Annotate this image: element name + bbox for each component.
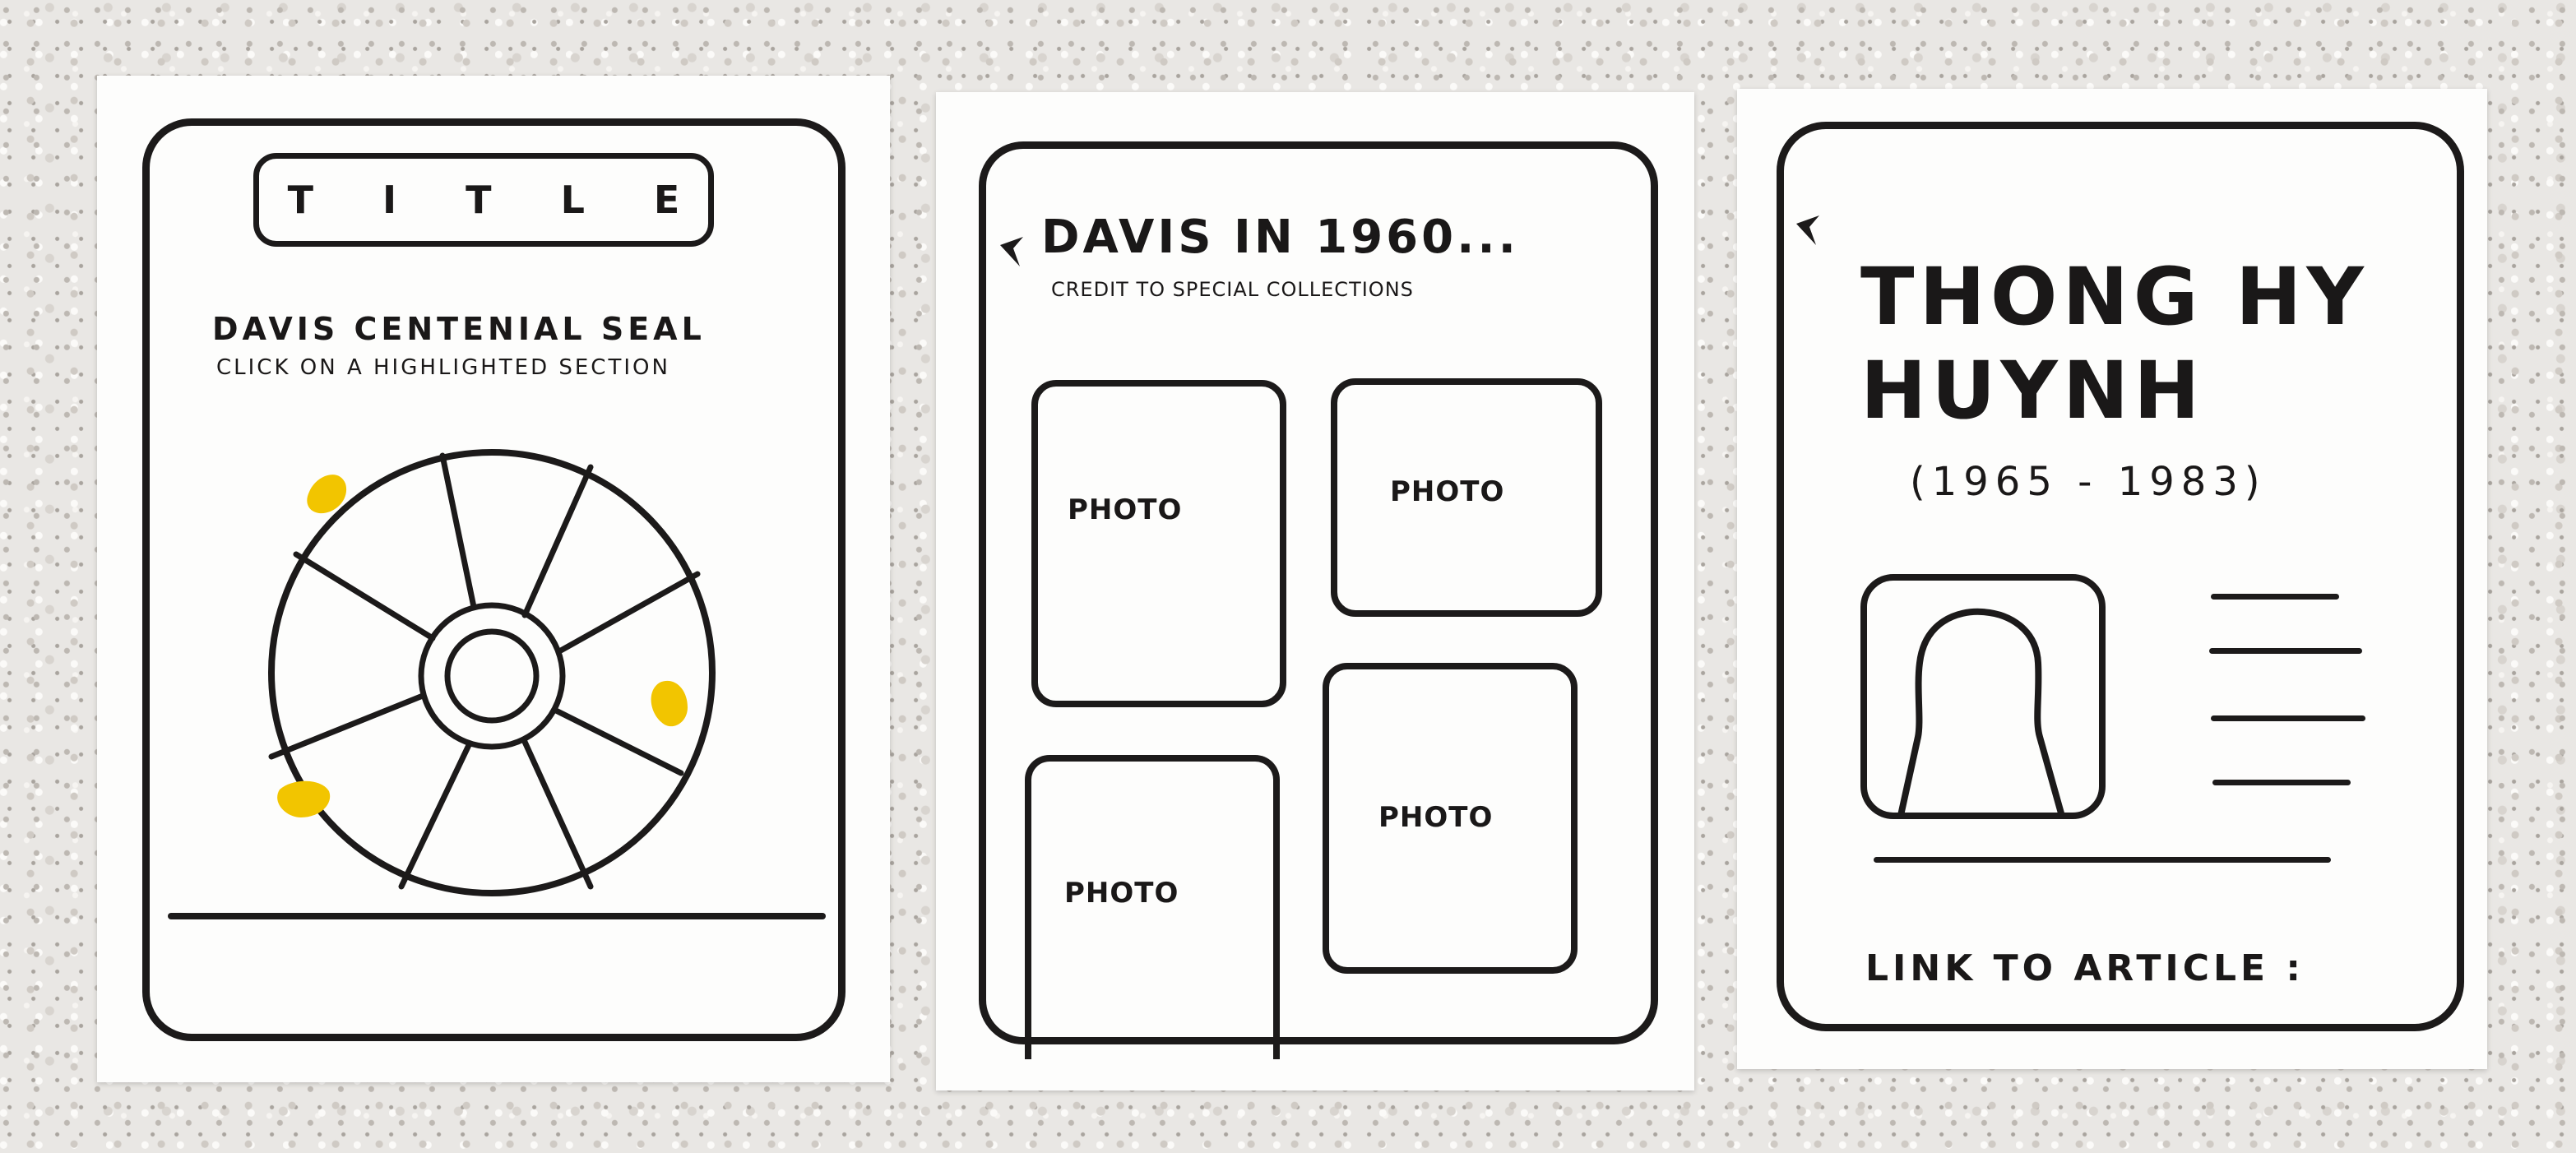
photo-tile[interactable]: PHOTO <box>1323 663 1578 974</box>
person-silhouette-icon <box>1897 608 2064 813</box>
photo-placeholder-label: PHOTO <box>1378 801 1494 834</box>
sketch-gallery-screen: DAVIS IN 1960... CREDIT TO SPECIAL COLLE… <box>936 92 1694 1090</box>
seal-instruction: CLICK ON A HIGHLIGHTED SECTION <box>216 355 670 380</box>
back-arrow-icon[interactable] <box>1791 212 1829 250</box>
bio-text-line <box>2209 648 2362 654</box>
sketch-seal-screen: T I T L E DAVIS CENTENIAL SEAL CLICK ON … <box>97 76 890 1082</box>
seal-middle-ring <box>418 602 566 750</box>
portrait-frame <box>1860 574 2106 819</box>
bio-text-line <box>2211 715 2365 721</box>
photo-placeholder-label: PHOTO <box>1390 475 1505 508</box>
seal-highlight-section[interactable] <box>651 680 688 727</box>
bottom-divider <box>168 913 826 919</box>
back-arrow-icon[interactable] <box>995 234 1033 271</box>
seal-heading: DAVIS CENTENIAL SEAL <box>212 311 706 347</box>
centennial-seal[interactable] <box>253 434 730 911</box>
person-name: THONG HY HUYNH <box>1860 251 2369 437</box>
article-link[interactable]: LINK TO ARTICLE : <box>1865 947 2305 989</box>
bio-text-line <box>2211 594 2339 600</box>
seal-highlight-section[interactable] <box>307 475 347 514</box>
seal-outer-ring <box>268 449 716 896</box>
title-bar: T I T L E <box>253 153 714 247</box>
photo-tile[interactable]: PHOTO <box>1031 380 1286 707</box>
seal-center <box>444 628 540 724</box>
photo-credit: CREDIT TO SPECIAL COLLECTIONS <box>1051 278 1414 301</box>
bio-text-line <box>2212 780 2351 785</box>
life-dates: (1965 - 1983) <box>1910 459 2267 505</box>
sketch-profile-screen: THONG HY HUYNH (1965 - 1983) LINK TO ART… <box>1737 89 2487 1069</box>
photo-placeholder-label: PHOTO <box>1064 877 1179 910</box>
photo-placeholder-label: PHOTO <box>1068 493 1183 526</box>
gallery-title: DAVIS IN 1960... <box>1041 211 1519 264</box>
page-title: T I T L E <box>287 178 708 222</box>
photo-tile[interactable]: PHOTO <box>1025 755 1280 1059</box>
divider <box>1874 857 2331 863</box>
photo-tile[interactable]: PHOTO <box>1331 378 1602 617</box>
